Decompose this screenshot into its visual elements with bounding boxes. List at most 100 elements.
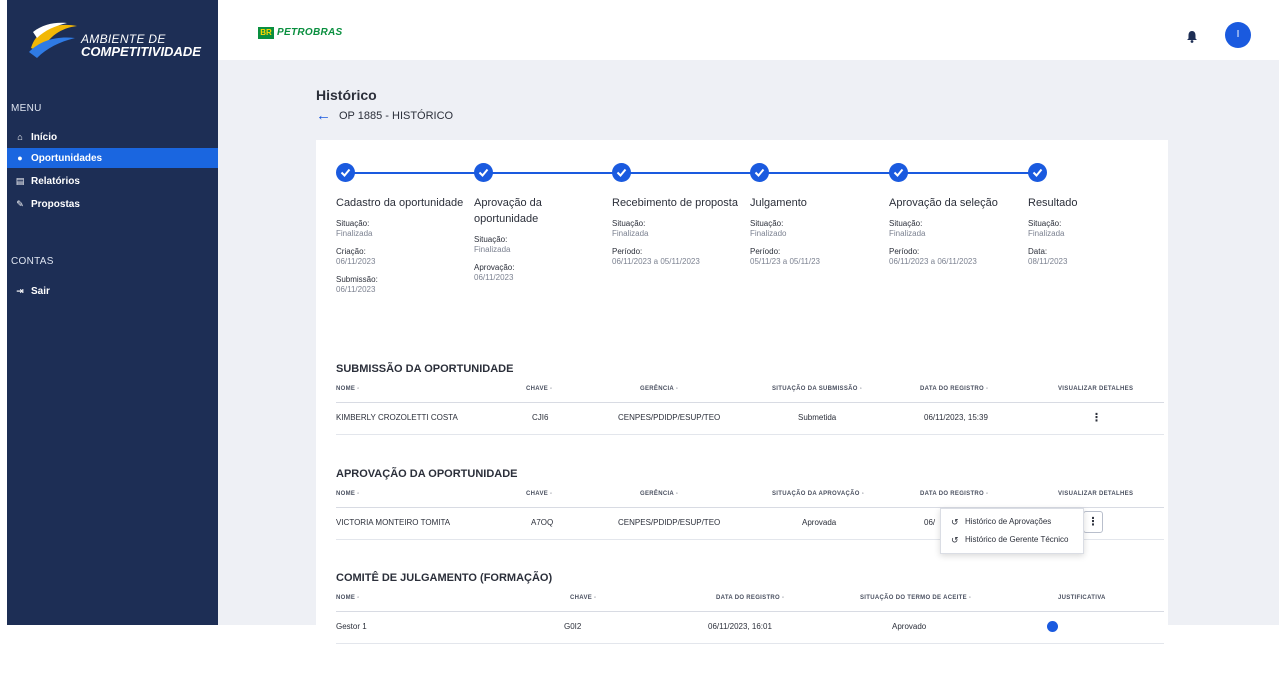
step-title: Aprovação da seleção: [889, 197, 998, 209]
cell-situacao: Aprovada: [802, 518, 837, 527]
submissao-section-title: SUBMISSÃO DA OPORTUNIDADE: [336, 363, 514, 375]
info-icon[interactable]: [1047, 621, 1058, 632]
step-complete-icon: [336, 163, 355, 182]
menu-item-historico-aprovacoes[interactable]: ↺ Histórico de Aprovações: [951, 514, 1051, 530]
step-field-value: Finalizado: [750, 229, 787, 238]
column-header: VISUALIZAR DETALHES: [1058, 386, 1134, 392]
sidebar-item-sair[interactable]: ⇥ Sair: [7, 281, 218, 301]
column-header[interactable]: SITUAÇÃO DO TERMO DE ACEITE ◦: [860, 595, 971, 601]
logout-icon: ⇥: [16, 285, 24, 296]
sidebar: AMBIENTE DE COMPETITIVIDADE MENU ⌂ Iníci…: [7, 0, 218, 625]
step-field-label: Período:: [612, 247, 643, 256]
sidebar-item-label: Sair: [31, 285, 50, 297]
sidebar-item-label: Relatórios: [31, 175, 80, 187]
cell-data: 06/11/2023, 16:01: [708, 622, 772, 631]
column-header[interactable]: SITUAÇÃO DA APROVAÇÃO ◦: [772, 491, 864, 497]
step-field-value: 08/11/2023: [1028, 257, 1068, 266]
step-field-value: 06/11/2023: [336, 257, 376, 266]
step-title: Aprovação da oportunidade: [474, 197, 542, 225]
column-header[interactable]: NOME ◦: [336, 595, 360, 601]
column-header[interactable]: DATA DO REGISTRO ◦: [920, 491, 988, 497]
comite-table-header: NOME ◦ CHAVE ◦ DATA DO REGISTRO ◦ SITUAÇ…: [336, 595, 1164, 612]
document-icon: ▤: [15, 175, 25, 186]
step-field-label: Criação:: [336, 247, 366, 256]
step-field-value: Finalizada: [336, 229, 373, 238]
bell-icon[interactable]: [1186, 30, 1198, 43]
step-field-value: 06/11/2023: [474, 273, 514, 282]
column-header[interactable]: NOME ◦: [336, 491, 360, 497]
cell-data: 06/: [924, 518, 936, 527]
step-field-label: Período:: [889, 247, 920, 256]
step-field-label: Situação:: [474, 235, 508, 244]
column-header[interactable]: CHAVE ◦: [526, 491, 552, 497]
contas-section-label: CONTAS: [11, 256, 54, 267]
step-field-value: 06/11/2023 a 05/11/2023: [612, 257, 700, 266]
step-field-value: Finalizada: [1028, 229, 1065, 238]
more-options-icon[interactable]: ⋮: [1091, 402, 1102, 434]
comite-section-title: COMITÊ DE JULGAMENTO (FORMAÇÃO): [336, 572, 553, 584]
step-complete-icon: [612, 163, 631, 182]
column-header[interactable]: CHAVE ◦: [570, 595, 596, 601]
step-field-label: Situação:: [336, 219, 370, 228]
cell-gerencia: CENPES/PDIDP/ESUP/TEO: [618, 518, 721, 527]
sidebar-item-label: Propostas: [31, 198, 80, 210]
history-icon: ↺: [951, 517, 959, 527]
user-avatar[interactable]: I: [1225, 22, 1251, 48]
column-header[interactable]: DATA DO REGISTRO ◦: [716, 595, 784, 601]
petrobras-logo-text: PETROBRAS: [277, 27, 343, 38]
sidebar-item-oportunidades[interactable]: ● Oportunidades: [7, 148, 218, 168]
step-title: Julgamento: [750, 197, 807, 209]
logo-swoosh-icon: [29, 22, 77, 58]
page-title: Histórico: [316, 87, 377, 103]
column-header[interactable]: NOME ◦: [336, 386, 360, 392]
sidebar-item-propostas[interactable]: ✎ Propostas: [7, 194, 218, 214]
stepper-line: [344, 172, 1042, 174]
step-complete-icon: [750, 163, 769, 182]
cell-nome: KIMBERLY CROZOLETTI COSTA: [336, 413, 458, 422]
column-header[interactable]: GERÊNCIA ◦: [640, 491, 678, 497]
column-header[interactable]: GERÊNCIA ◦: [640, 386, 678, 392]
column-header[interactable]: DATA DO REGISTRO ◦: [920, 386, 988, 392]
step-field-label: Período:: [750, 247, 781, 256]
step-field-value: Finalizada: [612, 229, 649, 238]
cell-situacao: Aprovado: [892, 622, 927, 631]
sidebar-item-label: Início: [31, 131, 58, 143]
cell-chave: CJI6: [532, 413, 549, 422]
edit-icon: ✎: [16, 198, 24, 209]
step-field-value: 06/11/2023 a 06/11/2023: [889, 257, 977, 266]
breadcrumb-label: OP 1885 - HISTÓRICO: [339, 110, 454, 122]
sidebar-item-inicio[interactable]: ⌂ Início: [7, 127, 218, 147]
cell-nome: VICTORIA MONTEIRO TOMITA: [336, 518, 451, 527]
table-row: KIMBERLY CROZOLETTI COSTA CJI6 CENPES/PD…: [336, 402, 1164, 435]
step-field-label: Data:: [1028, 247, 1048, 256]
step-field-value: Finalizada: [889, 229, 926, 238]
menu-item-historico-gerente[interactable]: ↺ Histórico de Gerente Técnico: [951, 532, 1068, 548]
menu-section-label: MENU: [11, 103, 42, 114]
step-aprovacao-oportunidade: Aprovação da oportunidade Situação: Fina…: [474, 195, 564, 283]
step-field-value: Finalizada: [474, 245, 511, 254]
menu-item-label: Histórico de Aprovações: [965, 517, 1052, 526]
step-complete-icon: [474, 163, 493, 182]
lightbulb-icon: ●: [17, 153, 23, 163]
column-header[interactable]: SITUAÇÃO DA SUBMISSÃO ◦: [772, 386, 862, 392]
cell-nome: Gestor 1: [336, 622, 367, 631]
column-header[interactable]: CHAVE ◦: [526, 386, 552, 392]
petrobras-flag-icon: BR: [258, 27, 274, 39]
step-complete-icon: [889, 163, 908, 182]
cell-gerencia: CENPES/PDIDP/ESUP/TEO: [618, 413, 721, 422]
cell-chave: A7OQ: [531, 518, 554, 527]
table-row: Gestor 1 G0I2 06/11/2023, 16:01 Aprovado: [336, 611, 1164, 644]
back-arrow-icon[interactable]: ←: [316, 108, 331, 123]
step-title: Recebimento de proposta: [612, 197, 738, 209]
brand-logo[interactable]: AMBIENTE DE COMPETITIVIDADE: [27, 14, 212, 64]
home-icon: ⌂: [17, 132, 23, 142]
step-title: Resultado: [1028, 197, 1078, 209]
more-options-button[interactable]: ⋮: [1083, 511, 1103, 533]
sidebar-item-relatorios[interactable]: ▤ Relatórios: [7, 171, 218, 191]
aprovacao-table-header: NOME ◦ CHAVE ◦ GERÊNCIA ◦ SITUAÇÃO DA AP…: [336, 491, 1164, 508]
cell-data: 06/11/2023, 15:39: [924, 413, 988, 422]
breadcrumb: ← OP 1885 - HISTÓRICO: [316, 108, 454, 123]
column-header: JUSTIFICATIVA: [1058, 595, 1106, 601]
top-bar: BR PETROBRAS I: [218, 0, 1279, 60]
history-icon: ↺: [951, 535, 959, 545]
